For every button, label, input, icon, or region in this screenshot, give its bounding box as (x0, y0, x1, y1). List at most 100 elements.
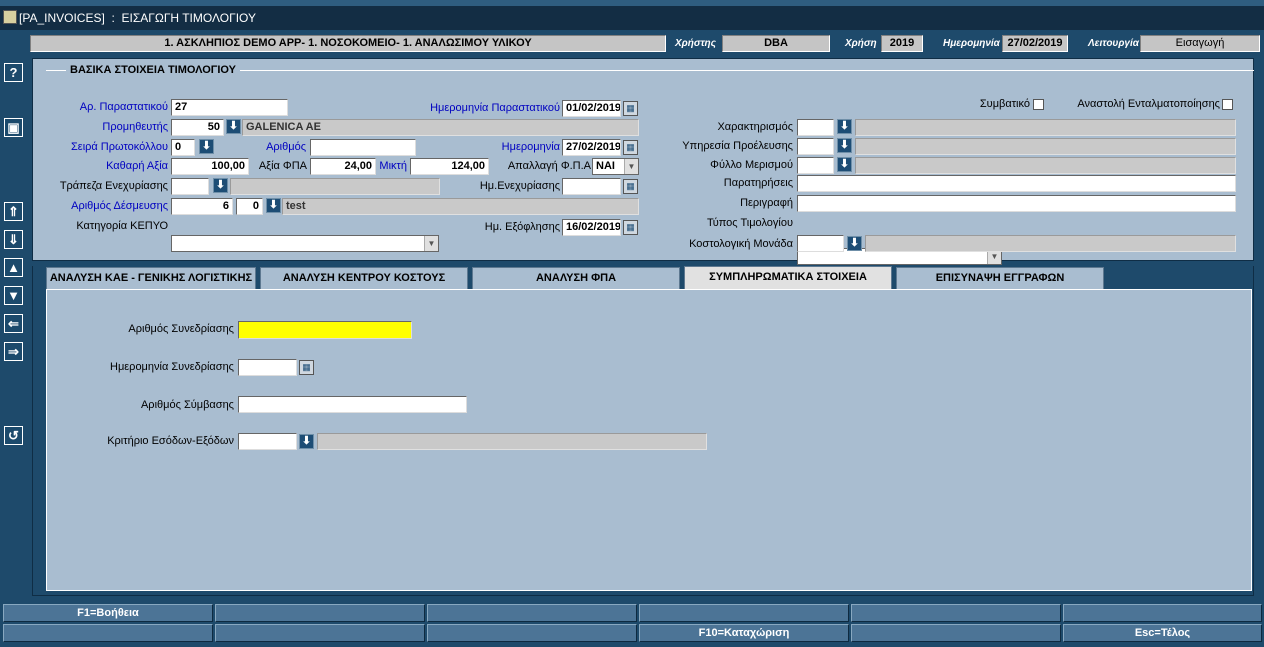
date-value: 27/02/2019 (1002, 35, 1068, 52)
contract-no-label: Αριθμός Σύμβασης (140, 399, 234, 411)
characterization-input[interactable] (797, 119, 834, 136)
number-label: Αριθμός (266, 141, 306, 153)
criterion-label: Κριτήριο Εσόδων-Εξόδων (107, 435, 234, 447)
commitment-desc: test (282, 198, 639, 215)
next-record-icon[interactable]: ⇓ (4, 230, 23, 249)
doc-date-label: Ημερομηνία Παραστατικού (430, 102, 560, 114)
characterization-label: Χαρακτηρισμός (717, 121, 793, 133)
top-strip (0, 0, 1264, 6)
commitment-lov-icon[interactable]: ⬇ (266, 198, 281, 213)
payment-date-label: Ημ. Εξόφλησης (484, 221, 560, 233)
calendar-icon[interactable]: ▦ (623, 179, 638, 194)
allocation-sheet-lov-icon[interactable]: ⬇ (837, 157, 852, 172)
protocol-series-lov-icon[interactable]: ⬇ (199, 139, 214, 154)
description-label: Περιγραφή (740, 197, 793, 209)
dropdown-arrow-icon[interactable]: ▼ (624, 159, 638, 174)
user-label: Χρήστης (675, 38, 716, 49)
protocol-series-input[interactable]: 0 (171, 139, 195, 156)
f10-commit-key[interactable]: F10=Καταχώριση (639, 624, 849, 642)
pledge-bank-label: Τράπεζα Ενεχυρίασης (59, 180, 168, 192)
function-key[interactable] (639, 604, 849, 622)
calendar-icon[interactable]: ▦ (623, 140, 638, 155)
cost-unit-input[interactable] (797, 235, 844, 252)
supplier-name: GALENICA AE (242, 119, 639, 136)
date-label: Ημερομηνία (943, 38, 1000, 49)
f1-help-key[interactable]: F1=Βοήθεια (3, 604, 213, 622)
dropdown-arrow-icon[interactable]: ▼ (424, 236, 438, 251)
pledge-bank-code-input[interactable] (171, 178, 209, 195)
origin-service-lov-icon[interactable]: ⬇ (837, 138, 852, 153)
suspend-label: Αναστολή Ενταλματοποίησης (1077, 98, 1220, 110)
remarks-input[interactable] (797, 175, 1236, 192)
function-key[interactable] (215, 604, 425, 622)
calendar-icon[interactable]: ▦ (623, 101, 638, 116)
allocation-sheet-label: Φύλλο Μερισμού (710, 159, 793, 171)
meeting-no-label: Αριθμός Συνεδρίασης (128, 323, 234, 335)
doc-date-input[interactable]: 01/02/2019 (562, 100, 621, 117)
criterion-code-input[interactable] (238, 433, 297, 450)
kepyo-label: Κατηγορία ΚΕΠΥΟ (76, 220, 168, 232)
meeting-no-input[interactable] (238, 321, 412, 339)
previous-block-icon[interactable]: ▲ (4, 258, 23, 277)
cost-unit-lov-icon[interactable]: ⬇ (847, 236, 862, 251)
doc-no-input[interactable]: 27 (171, 99, 288, 116)
window-title: [PA_INVOICES] : ΕΙΣΑΓΩΓΗ ΤΙΜΟΛΟΓΙΟΥ (19, 11, 256, 25)
pledge-bank-lov-icon[interactable]: ⬇ (213, 178, 228, 193)
contract-no-input[interactable] (238, 396, 467, 413)
vat-exempt-label: Απαλλαγή Φ.Π.Α (507, 160, 591, 172)
contract-label: Συμβατικό (979, 98, 1030, 110)
vat-value-input[interactable]: 24,00 (310, 158, 376, 175)
suspend-checkbox[interactable] (1222, 99, 1233, 110)
protocol-series-label: Σειρά Πρωτοκόλλου (70, 141, 168, 153)
contract-checkbox[interactable] (1033, 99, 1044, 110)
commitment-a-input[interactable]: 6 (171, 198, 233, 215)
next-item-icon[interactable]: ⇒ (4, 342, 23, 361)
esc-exit-key[interactable]: Esc=Τέλος (1063, 624, 1262, 642)
gross-input[interactable]: 124,00 (410, 158, 489, 175)
vat-exempt-value: ΝΑΙ (596, 160, 615, 172)
previous-item-icon[interactable]: ⇐ (4, 314, 23, 333)
meeting-date-input[interactable] (238, 359, 297, 376)
function-key[interactable] (851, 624, 1061, 642)
vat-exempt-select[interactable]: ΝΑΙ ▼ (592, 158, 639, 175)
first-record-icon[interactable]: ⇑ (4, 202, 23, 221)
cost-unit-desc (865, 235, 1236, 252)
basic-info-title: ΒΑΣΙΚΑ ΣΤΟΙΧΕΙΑ ΤΙΜΟΛΟΓΙΟΥ (66, 64, 241, 77)
help-icon[interactable]: ? (4, 63, 23, 82)
description-input[interactable] (797, 195, 1236, 212)
allocation-sheet-input[interactable] (797, 157, 834, 174)
payment-date-input[interactable]: 16/02/2019 (562, 219, 621, 236)
pledge-date-input[interactable] (562, 178, 621, 195)
commitment-label: Αριθμός Δέσμευσης (71, 200, 168, 212)
org-context: 1. ΑΣΚΛΗΠΙΟΣ DEMO APP- 1. ΝΟΣΟΚΟΜΕΙΟ- 1.… (30, 35, 666, 52)
supplier-code-input[interactable]: 50 (171, 119, 224, 136)
doc-no-label: Αρ. Παραστατικού (79, 101, 168, 113)
kepyo-select[interactable]: ▼ (171, 235, 439, 252)
net-value-input[interactable]: 100,00 (171, 158, 249, 175)
criterion-desc (317, 433, 707, 450)
gross-label: Μικτή (379, 160, 407, 172)
function-key[interactable] (1063, 604, 1262, 622)
criterion-lov-icon[interactable]: ⬇ (299, 434, 314, 449)
undo-icon[interactable]: ↺ (4, 426, 23, 445)
characterization-desc (855, 119, 1236, 136)
next-block-icon[interactable]: ▼ (4, 286, 23, 305)
function-key[interactable] (851, 604, 1061, 622)
mode-value: Εισαγωγή (1140, 35, 1260, 52)
allocation-sheet-desc (855, 157, 1236, 174)
function-key[interactable] (3, 624, 213, 642)
number-input[interactable] (310, 139, 416, 156)
date-field-label: Ημερομηνία (501, 141, 560, 153)
function-key[interactable] (215, 624, 425, 642)
date-input[interactable]: 27/02/2019 (562, 139, 621, 156)
commitment-b-input[interactable]: 0 (236, 198, 263, 215)
supplier-lov-icon[interactable]: ⬇ (226, 119, 241, 134)
origin-service-input[interactable] (797, 138, 834, 155)
calendar-icon[interactable]: ▦ (299, 360, 314, 375)
pledge-date-label: Ημ.Ενεχυρίασης (479, 180, 560, 192)
function-key[interactable] (427, 624, 637, 642)
calendar-icon[interactable]: ▦ (623, 220, 638, 235)
characterization-lov-icon[interactable]: ⬇ (837, 119, 852, 134)
save-icon[interactable]: ▣ (4, 118, 23, 137)
function-key[interactable] (427, 604, 637, 622)
